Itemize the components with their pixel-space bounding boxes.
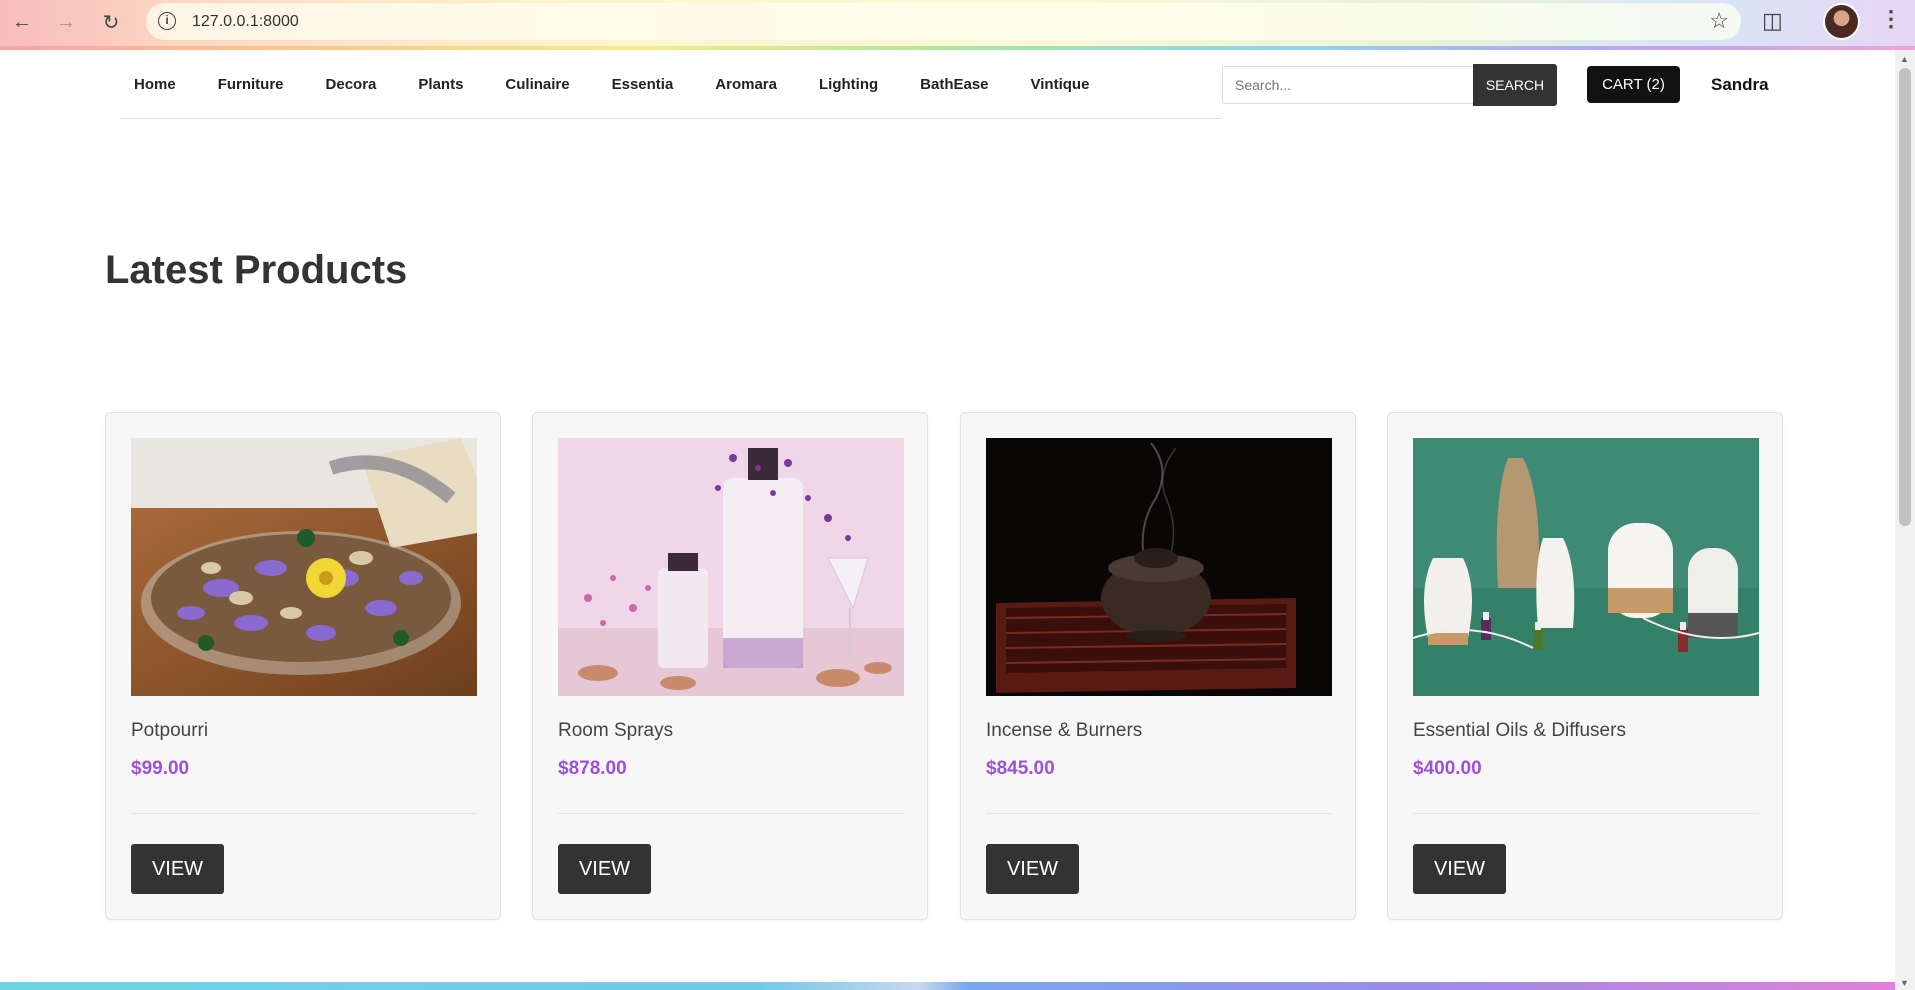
product-card: Room Sprays $878.00 VIEW bbox=[532, 412, 928, 920]
url-text[interactable]: 127.0.0.1:8000 bbox=[192, 13, 299, 31]
search-input[interactable] bbox=[1222, 66, 1474, 104]
reload-icon[interactable]: ↻ bbox=[97, 8, 125, 36]
nav-item-plants[interactable]: Plants bbox=[418, 76, 463, 93]
scroll-down-arrow-icon[interactable]: ▼ bbox=[1900, 978, 1909, 988]
user-name-link[interactable]: Sandra bbox=[1711, 75, 1769, 95]
extensions-icon[interactable]: ◫ bbox=[1762, 8, 1783, 34]
page-content: Home Furniture Decora Plants Culinaire E… bbox=[0, 50, 1895, 990]
footer-gradient-strip bbox=[0, 982, 1895, 990]
product-price: $845.00 bbox=[986, 758, 1055, 779]
back-arrow-icon[interactable]: ← bbox=[8, 8, 36, 36]
nav-item-lighting[interactable]: Lighting bbox=[819, 76, 878, 93]
nav-item-essentia[interactable]: Essentia bbox=[612, 76, 674, 93]
browser-menu-icon[interactable]: ⋮ bbox=[1880, 6, 1902, 32]
browser-toolbar: ← → ↻ i 127.0.0.1:8000 ☆ ◫ ⋮ bbox=[0, 0, 1915, 50]
nav-item-home[interactable]: Home bbox=[134, 76, 176, 93]
product-name[interactable]: Room Sprays bbox=[558, 720, 673, 742]
product-price: $400.00 bbox=[1413, 758, 1482, 779]
product-name[interactable]: Potpourri bbox=[131, 720, 208, 742]
scroll-up-arrow-icon[interactable]: ▲ bbox=[1900, 54, 1909, 64]
nav-item-vintique[interactable]: Vintique bbox=[1031, 76, 1090, 93]
nav-item-aromara[interactable]: Aromara bbox=[715, 76, 777, 93]
bookmark-star-icon[interactable]: ☆ bbox=[1709, 8, 1729, 34]
view-button[interactable]: VIEW bbox=[986, 844, 1079, 894]
product-image-essential-oils[interactable] bbox=[1413, 438, 1759, 696]
nav-item-decora[interactable]: Decora bbox=[326, 76, 377, 93]
cart-button[interactable]: CART (2) bbox=[1587, 66, 1680, 103]
page-scrollbar[interactable]: ▲ ▼ bbox=[1895, 50, 1915, 990]
card-divider bbox=[558, 813, 904, 814]
view-button[interactable]: VIEW bbox=[1413, 844, 1506, 894]
nav-item-bathease[interactable]: BathEase bbox=[920, 76, 988, 93]
address-bar[interactable]: i 127.0.0.1:8000 ☆ bbox=[146, 3, 1741, 40]
site-info-icon[interactable]: i bbox=[158, 12, 176, 30]
product-name[interactable]: Incense & Burners bbox=[986, 720, 1142, 742]
product-card: Potpourri $99.00 VIEW bbox=[105, 412, 501, 920]
search-button[interactable]: SEARCH bbox=[1473, 64, 1557, 106]
profile-avatar[interactable] bbox=[1823, 3, 1860, 40]
card-divider bbox=[986, 813, 1332, 814]
card-divider bbox=[1413, 813, 1759, 814]
product-name[interactable]: Essential Oils & Diffusers bbox=[1413, 720, 1626, 742]
product-price: $99.00 bbox=[131, 758, 190, 779]
forward-arrow-icon[interactable]: → bbox=[52, 8, 80, 36]
page-title: Latest Products bbox=[105, 248, 408, 292]
view-button[interactable]: VIEW bbox=[558, 844, 651, 894]
nav-item-furniture[interactable]: Furniture bbox=[218, 76, 284, 93]
product-card: Incense & Burners $845.00 VIEW bbox=[960, 412, 1356, 920]
product-image-incense-burners[interactable] bbox=[986, 438, 1332, 696]
nav-item-culinaire[interactable]: Culinaire bbox=[505, 76, 569, 93]
product-card: Essential Oils & Diffusers $400.00 VIEW bbox=[1387, 412, 1783, 920]
scrollbar-thumb[interactable] bbox=[1899, 68, 1911, 526]
product-image-potpourri[interactable] bbox=[131, 438, 477, 696]
product-image-room-sprays[interactable] bbox=[558, 438, 904, 696]
product-price: $878.00 bbox=[558, 758, 627, 779]
view-button[interactable]: VIEW bbox=[131, 844, 224, 894]
card-divider bbox=[131, 813, 477, 814]
main-nav: Home Furniture Decora Plants Culinaire E… bbox=[120, 50, 1222, 119]
